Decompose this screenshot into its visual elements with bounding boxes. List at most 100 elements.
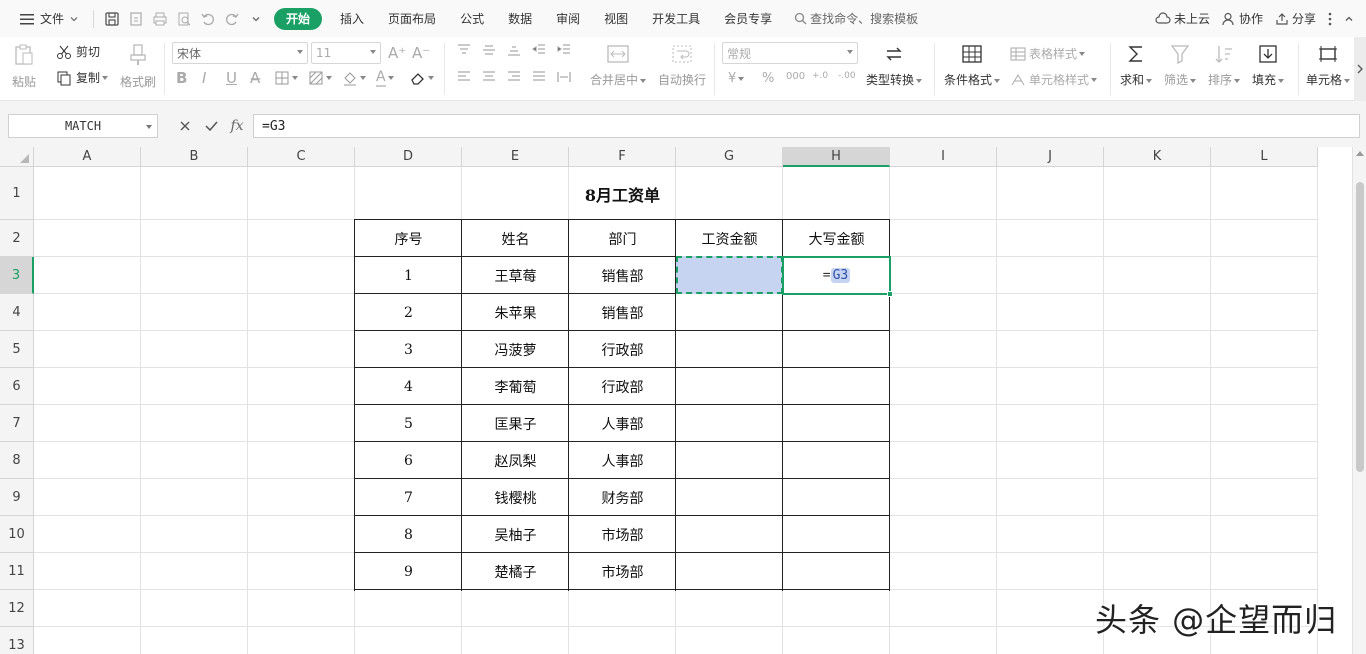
table-header-cell[interactable]: 大写金额 xyxy=(783,220,890,257)
row-header-6[interactable]: 6 xyxy=(0,368,34,405)
cell-serial-no[interactable]: 2 xyxy=(355,294,462,331)
column-header-l[interactable]: L xyxy=(1211,147,1318,167)
format-painter-button[interactable]: 格式刷 xyxy=(120,43,156,90)
cell-department[interactable]: 行政部 xyxy=(569,331,676,368)
cell-serial-no[interactable]: 9 xyxy=(355,553,462,590)
tab-insert[interactable]: 插入 xyxy=(328,8,376,30)
print-button[interactable] xyxy=(148,6,172,32)
bold-button[interactable]: B xyxy=(176,69,187,87)
cell-name[interactable]: 匡果子 xyxy=(462,405,569,442)
confirm-formula-button[interactable] xyxy=(202,114,220,138)
tab-page-layout[interactable]: 页面布局 xyxy=(376,8,448,30)
cancel-formula-button[interactable] xyxy=(176,114,194,138)
table-style-button[interactable]: 表格样式 xyxy=(1010,45,1086,62)
row-header-9[interactable]: 9 xyxy=(0,479,34,516)
font-name-select[interactable]: 宋体 xyxy=(172,42,308,64)
cell-name[interactable]: 赵凤梨 xyxy=(462,442,569,479)
align-right-button[interactable] xyxy=(506,70,522,84)
sort-button[interactable]: 排序 xyxy=(1208,43,1241,88)
currency-button[interactable]: ¥ xyxy=(728,71,745,86)
paste-button[interactable]: 粘贴 xyxy=(12,43,36,90)
align-left-button[interactable] xyxy=(456,70,472,84)
sheet-title[interactable]: 8月工资单 xyxy=(355,167,890,220)
font-size-select[interactable]: 11 xyxy=(311,42,381,64)
column-header-k[interactable]: K xyxy=(1104,147,1211,167)
cell-name[interactable]: 楚橘子 xyxy=(462,553,569,590)
cut-button[interactable]: 剪切 xyxy=(56,43,100,60)
align-bottom-button[interactable] xyxy=(506,43,522,57)
copy-button[interactable]: 复制 xyxy=(56,69,109,86)
table-header-cell[interactable]: 序号 xyxy=(355,220,462,257)
decrease-indent-button[interactable] xyxy=(531,43,547,57)
column-header-j[interactable]: J xyxy=(997,147,1104,167)
fill-color-button[interactable] xyxy=(342,70,366,86)
align-middle-button[interactable] xyxy=(481,43,497,57)
cell-department[interactable]: 销售部 xyxy=(569,294,676,331)
command-search[interactable]: 查找命令、搜索模板 xyxy=(784,10,918,27)
fill-handle[interactable] xyxy=(887,291,893,297)
cell-department[interactable]: 市场部 xyxy=(569,516,676,553)
decrease-font-button[interactable]: A⁻ xyxy=(412,44,430,62)
active-cell-h3[interactable]: = G3 xyxy=(782,256,893,297)
align-center-button[interactable] xyxy=(481,70,497,84)
cell-serial-no[interactable]: 1 xyxy=(355,257,462,294)
cell-name[interactable]: 李葡萄 xyxy=(462,368,569,405)
file-menu[interactable]: 文件 xyxy=(12,6,87,32)
cell-serial-no[interactable]: 3 xyxy=(355,331,462,368)
collapse-ribbon-button[interactable] xyxy=(1338,6,1360,32)
cell-name[interactable]: 朱苹果 xyxy=(462,294,569,331)
more-options-button[interactable] xyxy=(1322,6,1338,32)
column-header-i[interactable]: I xyxy=(890,147,997,167)
cell-serial-no[interactable]: 5 xyxy=(355,405,462,442)
increase-indent-button[interactable] xyxy=(556,43,572,57)
tab-view[interactable]: 视图 xyxy=(592,8,640,30)
tab-review[interactable]: 审阅 xyxy=(544,8,592,30)
scrollbar-thumb[interactable] xyxy=(1356,182,1364,472)
row-header-8[interactable]: 8 xyxy=(0,442,34,479)
number-format-select[interactable]: 常规 xyxy=(722,42,858,64)
column-header-h[interactable]: H xyxy=(783,147,890,167)
column-header-g[interactable]: G xyxy=(676,147,783,167)
cell-serial-no[interactable]: 4 xyxy=(355,368,462,405)
cell-serial-no[interactable]: 8 xyxy=(355,516,462,553)
formula-input[interactable]: =G3 xyxy=(253,114,1360,138)
collaborate-button[interactable]: 协作 xyxy=(1216,6,1269,32)
row-header-7[interactable]: 7 xyxy=(0,405,34,442)
row-header-2[interactable]: 2 xyxy=(0,220,34,257)
spreadsheet-grid[interactable]: A B C D E F G H I J K L 1 2 3 4 5 6 7 8 9 10 11 12 13 8月工资单 序号 姓名 部门… xyxy=(0,147,1366,654)
strikethrough-button[interactable]: A̶ xyxy=(250,69,260,87)
column-header-e[interactable]: E xyxy=(462,147,569,167)
tab-member[interactable]: 会员专享 xyxy=(712,8,784,30)
cell-name[interactable]: 王草莓 xyxy=(462,257,569,294)
row-header-4[interactable]: 4 xyxy=(0,294,34,331)
align-top-button[interactable] xyxy=(456,43,472,57)
border-button[interactable] xyxy=(274,70,298,86)
tab-home[interactable]: 开始 xyxy=(274,7,323,30)
filter-button[interactable]: 筛选 xyxy=(1164,43,1197,88)
cell-name[interactable]: 冯菠萝 xyxy=(462,331,569,368)
quick-access-more-button[interactable] xyxy=(244,6,268,32)
fill-button[interactable]: 填充 xyxy=(1252,43,1285,88)
cell-department[interactable]: 行政部 xyxy=(569,368,676,405)
table-header-cell[interactable]: 工资金额 xyxy=(676,220,783,257)
merge-center-button[interactable]: 合并居中 xyxy=(590,43,647,88)
row-header-5[interactable]: 5 xyxy=(0,331,34,368)
table-header-cell[interactable]: 姓名 xyxy=(462,220,569,257)
undo-button[interactable] xyxy=(196,6,220,32)
cell-department[interactable]: 销售部 xyxy=(569,257,676,294)
print-preview-button[interactable] xyxy=(172,6,196,32)
increase-font-button[interactable]: A⁺ xyxy=(388,44,406,62)
cell-name[interactable]: 钱樱桃 xyxy=(462,479,569,516)
tab-data[interactable]: 数据 xyxy=(496,8,544,30)
share-button[interactable]: 分享 xyxy=(1269,6,1322,32)
row-header-13[interactable]: 13 xyxy=(0,627,34,654)
type-convert-button[interactable]: 类型转换 xyxy=(866,43,923,88)
save-button[interactable] xyxy=(100,6,124,32)
decrease-decimal-button[interactable]: -.00 xyxy=(838,71,856,81)
row-header-12[interactable]: 12 xyxy=(0,590,34,627)
row-header-1[interactable]: 1 xyxy=(0,167,34,220)
column-header-a[interactable]: A xyxy=(34,147,141,167)
column-header-f[interactable]: F xyxy=(569,147,676,167)
thousands-button[interactable]: 000 xyxy=(786,71,805,82)
distributed-button[interactable] xyxy=(556,70,572,84)
